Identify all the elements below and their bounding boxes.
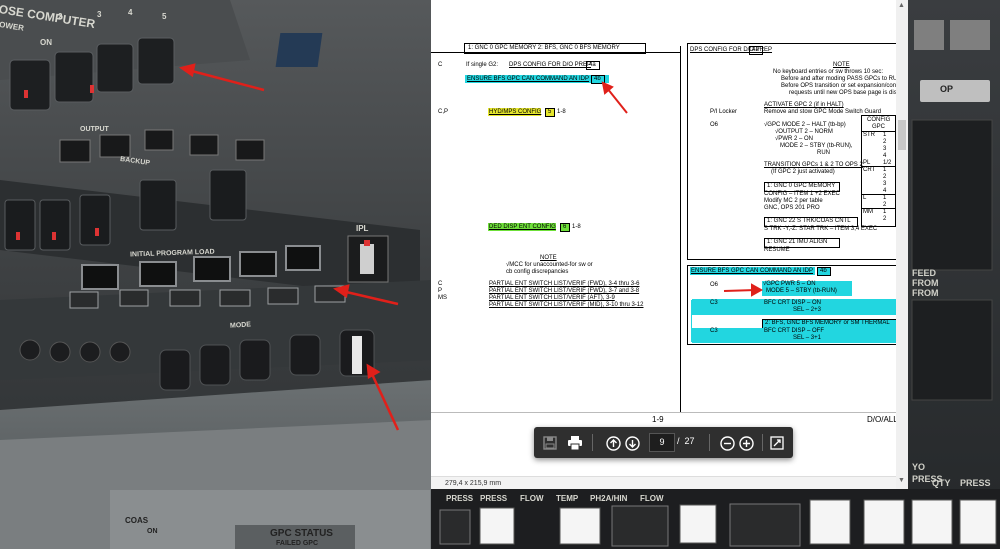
panel-num-4: 4	[128, 8, 133, 17]
status-bar: 279,4 x 215,9 mm	[431, 476, 908, 489]
zoom-in-icon[interactable]	[736, 433, 756, 453]
panel-label-output: OUTPUT	[80, 126, 109, 133]
fit-page-icon[interactable]	[767, 433, 787, 453]
vertical-scrollbar[interactable]: ▲ ▼	[896, 0, 908, 489]
panel-label-failed-gpc: FAILED GPC	[276, 540, 319, 547]
page-number-input[interactable]: 9	[649, 433, 675, 452]
page-up-icon[interactable]	[603, 433, 623, 453]
gauge-label-press-1: PRESS	[446, 494, 474, 503]
page-separator: /	[677, 436, 680, 446]
page-count: 27	[684, 436, 695, 446]
pdf-toolbar: 9 / 27	[534, 427, 793, 458]
page-down-icon[interactable]	[622, 433, 642, 453]
pdf-viewer[interactable]: 1: GNC 0 GPC MEMORY 2: BFS, GNC 0 BFS ME…	[431, 0, 908, 489]
gauge-label-temp: TEMP	[556, 494, 579, 503]
panel-label-yo: YO	[912, 462, 926, 472]
panel-label-mode: MODE	[229, 321, 252, 330]
panel-label-from-1: FROM	[912, 278, 939, 288]
panel-num-2: 2	[58, 12, 63, 21]
panel-label-qty: QTY	[932, 478, 951, 488]
panel-num-5: 5	[162, 12, 167, 21]
gauge-label-flow-1: FLOW	[520, 494, 544, 503]
panel-label-from-2: FROM	[912, 288, 939, 298]
document-page: 1: GNC 0 GPC MEMORY 2: BFS, GNC 0 BFS ME…	[431, 0, 908, 476]
panel-label-on: ON	[40, 38, 52, 47]
gauge-label-flow-2: FLOW	[640, 494, 664, 503]
save-icon[interactable]	[540, 433, 560, 453]
page-total: / 27	[677, 436, 695, 446]
gauge-label-press-2: PRESS	[480, 494, 508, 503]
panel-label-op: OP	[940, 84, 954, 94]
panel-num-3: 3	[97, 10, 102, 19]
gauge-label-ph2a: PH2A/HIN	[590, 494, 628, 503]
scroll-down-icon[interactable]: ▼	[898, 477, 906, 485]
document-annotation-arrows	[601, 81, 764, 297]
panel-label-coas: COAS	[125, 516, 149, 525]
zoom-out-icon[interactable]	[717, 433, 737, 453]
panel-label-feed: FEED	[912, 268, 937, 278]
scroll-thumb[interactable]	[898, 120, 906, 150]
panel-label-ipl-button: IPL	[356, 224, 369, 233]
scroll-up-icon[interactable]: ▲	[898, 2, 906, 10]
panel-label-gpc-status: GPC STATUS	[270, 528, 333, 539]
panel-label-press-2: PRESS	[960, 478, 991, 488]
page-size-readout: 279,4 x 215,9 mm	[445, 480, 502, 487]
print-icon[interactable]	[565, 433, 585, 453]
panel-label-coas-on: ON	[147, 528, 158, 535]
